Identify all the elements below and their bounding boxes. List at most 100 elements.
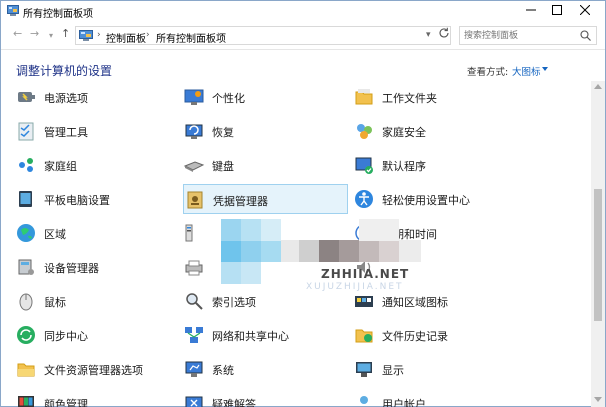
control-panel-item-label: 家庭安全	[382, 126, 426, 139]
system-icon	[185, 361, 203, 377]
control-panel-item[interactable]: 电源选项	[15, 82, 175, 112]
control-panel-item-label: 工作文件夹	[382, 92, 437, 105]
notification-icons-icon	[355, 296, 373, 307]
control-panel-item[interactable]: 显示	[353, 354, 513, 384]
control-panel-item[interactable]: 文件历史记录	[353, 320, 513, 350]
tablet-settings-icon	[19, 191, 32, 207]
breadcrumb-separator: ›	[97, 30, 101, 40]
personalization-icon	[184, 89, 204, 105]
recovery-icon	[185, 124, 203, 139]
color-management-icon	[18, 396, 34, 407]
view-by-caret-icon[interactable]	[542, 67, 548, 71]
control-panel-item-label: 通知区域图标	[382, 296, 448, 309]
control-panel-item-label: 网络和共享中心	[212, 330, 289, 343]
back-arrow-icon[interactable]: ←	[13, 28, 22, 40]
control-panel-item[interactable]: 键盘	[183, 150, 348, 180]
control-panel-item[interactable]: 文件资源管理器选项	[15, 354, 175, 384]
minimize-icon	[526, 9, 536, 11]
scroll-down-icon[interactable]	[594, 397, 602, 402]
breadcrumb-separator: ›	[217, 30, 221, 40]
ease-of-access-icon	[355, 190, 373, 208]
indexing-icon	[186, 293, 203, 310]
search-input[interactable]	[464, 29, 576, 42]
address-box[interactable]: › 控制面板 › 所有控制面板项 › ▾	[75, 26, 451, 45]
display-icon	[356, 362, 372, 377]
control-panel-item[interactable]: 设备管理器	[15, 252, 175, 282]
control-panel-item-label: 平板电脑设置	[44, 194, 110, 207]
credential-manager-icon	[187, 191, 203, 209]
control-panel-item-label: 电源选项	[44, 92, 88, 105]
power-options-icon	[18, 92, 35, 102]
control-panel-item[interactable]: 网络和共享中心	[183, 320, 348, 350]
control-panel-item-label: 恢复	[212, 126, 234, 139]
control-panel-item[interactable]: 工作文件夹	[353, 82, 513, 112]
control-panel-item[interactable]: 区域	[15, 218, 175, 248]
sync-center-icon	[17, 326, 35, 344]
breadcrumb-separator: ›	[146, 30, 150, 40]
window-title: 所有控制面板项	[23, 9, 93, 20]
breadcrumb-all-items[interactable]: 所有控制面板项	[156, 30, 226, 45]
refresh-icon[interactable]	[437, 26, 451, 40]
watermark-text: ZHHIIA.NET	[321, 267, 410, 281]
mouse-icon	[19, 293, 33, 311]
control-panel-item[interactable]: 家庭组	[15, 150, 175, 180]
control-panel-small-icon	[79, 30, 93, 41]
control-panel-item-label: 文件资源管理器选项	[44, 364, 143, 377]
device-manager-icon	[18, 259, 34, 275]
keyboard-icon	[183, 161, 205, 172]
control-panel-item[interactable]: 个性化	[183, 82, 348, 112]
close-button[interactable]	[570, 1, 600, 19]
control-panel-item[interactable]: 默认程序	[353, 150, 513, 180]
navigation-bar: ← → ▾ ↑ › 控制面板 › 所有控制面板项 › ▾	[1, 23, 605, 47]
region-icon	[17, 224, 35, 242]
control-panel-item-label: 个性化	[212, 92, 245, 105]
file-history-icon	[355, 329, 373, 343]
recent-locations-icon[interactable]: ▾	[49, 30, 53, 42]
homegroup-icon	[19, 158, 33, 172]
search-icon[interactable]	[580, 30, 591, 41]
control-panel-item[interactable]: 轻松使用设置中心	[353, 184, 513, 214]
work-folders-icon	[355, 89, 373, 105]
toolbar-divider	[1, 49, 605, 50]
explorer-options-icon	[17, 363, 35, 377]
forward-arrow-icon[interactable]: →	[30, 28, 39, 40]
control-panel-item[interactable]: 同步中心	[15, 320, 175, 350]
control-panel-item[interactable]: 凭据管理器	[183, 184, 348, 214]
view-by-dropdown[interactable]: 大图标	[512, 64, 541, 78]
search-box[interactable]	[459, 26, 597, 45]
control-panel-item-label: 设备管理器	[44, 262, 99, 275]
control-panel-item-label: 显示	[382, 364, 404, 377]
control-panel-item[interactable]: 用户帐户	[353, 388, 513, 407]
control-panel-item[interactable]: 颜色管理	[15, 388, 175, 407]
maximize-button[interactable]	[542, 1, 572, 19]
control-panel-item-label: 轻松使用设置中心	[382, 194, 470, 207]
control-panel-item[interactable]: 平板电脑设置	[15, 184, 175, 214]
scrollbar-thumb[interactable]	[594, 189, 602, 321]
address-dropdown-icon[interactable]: ▾	[426, 30, 431, 40]
control-panel-item-label: 疑难解答	[212, 398, 256, 407]
network-sharing-icon	[185, 327, 203, 343]
control-panel-item-label: 索引选项	[212, 296, 256, 309]
default-programs-icon	[355, 157, 373, 174]
title-bar: 所有控制面板项	[1, 1, 605, 21]
control-panel-item[interactable]: 管理工具	[15, 116, 175, 146]
watermark-subtext: XUJUZHIJIA.NET	[306, 282, 404, 292]
page-heading: 调整计算机的设置	[16, 64, 113, 78]
view-by-label: 查看方式:	[467, 67, 509, 78]
breadcrumb-control-panel[interactable]: 控制面板	[106, 30, 146, 45]
control-panel-item[interactable]: 疑难解答	[183, 388, 348, 407]
control-panel-icon	[7, 5, 19, 16]
control-panel-item[interactable]: 鼠标	[15, 286, 175, 316]
up-arrow-icon[interactable]: ↑	[61, 28, 70, 40]
control-panel-item-label: 系统	[212, 364, 234, 377]
control-panel-item-label: 鼠标	[44, 296, 66, 309]
control-panel-item-label: 区域	[44, 228, 66, 241]
vertical-scrollbar[interactable]	[591, 81, 605, 407]
close-icon	[580, 5, 590, 15]
control-panel-item[interactable]: 系统	[183, 354, 348, 384]
scroll-up-icon[interactable]	[594, 84, 602, 89]
control-panel-item[interactable]: 家庭安全	[353, 116, 513, 146]
control-panel-item[interactable]: 恢复	[183, 116, 348, 146]
user-accounts-icon	[360, 396, 368, 404]
maximize-icon	[552, 5, 562, 15]
